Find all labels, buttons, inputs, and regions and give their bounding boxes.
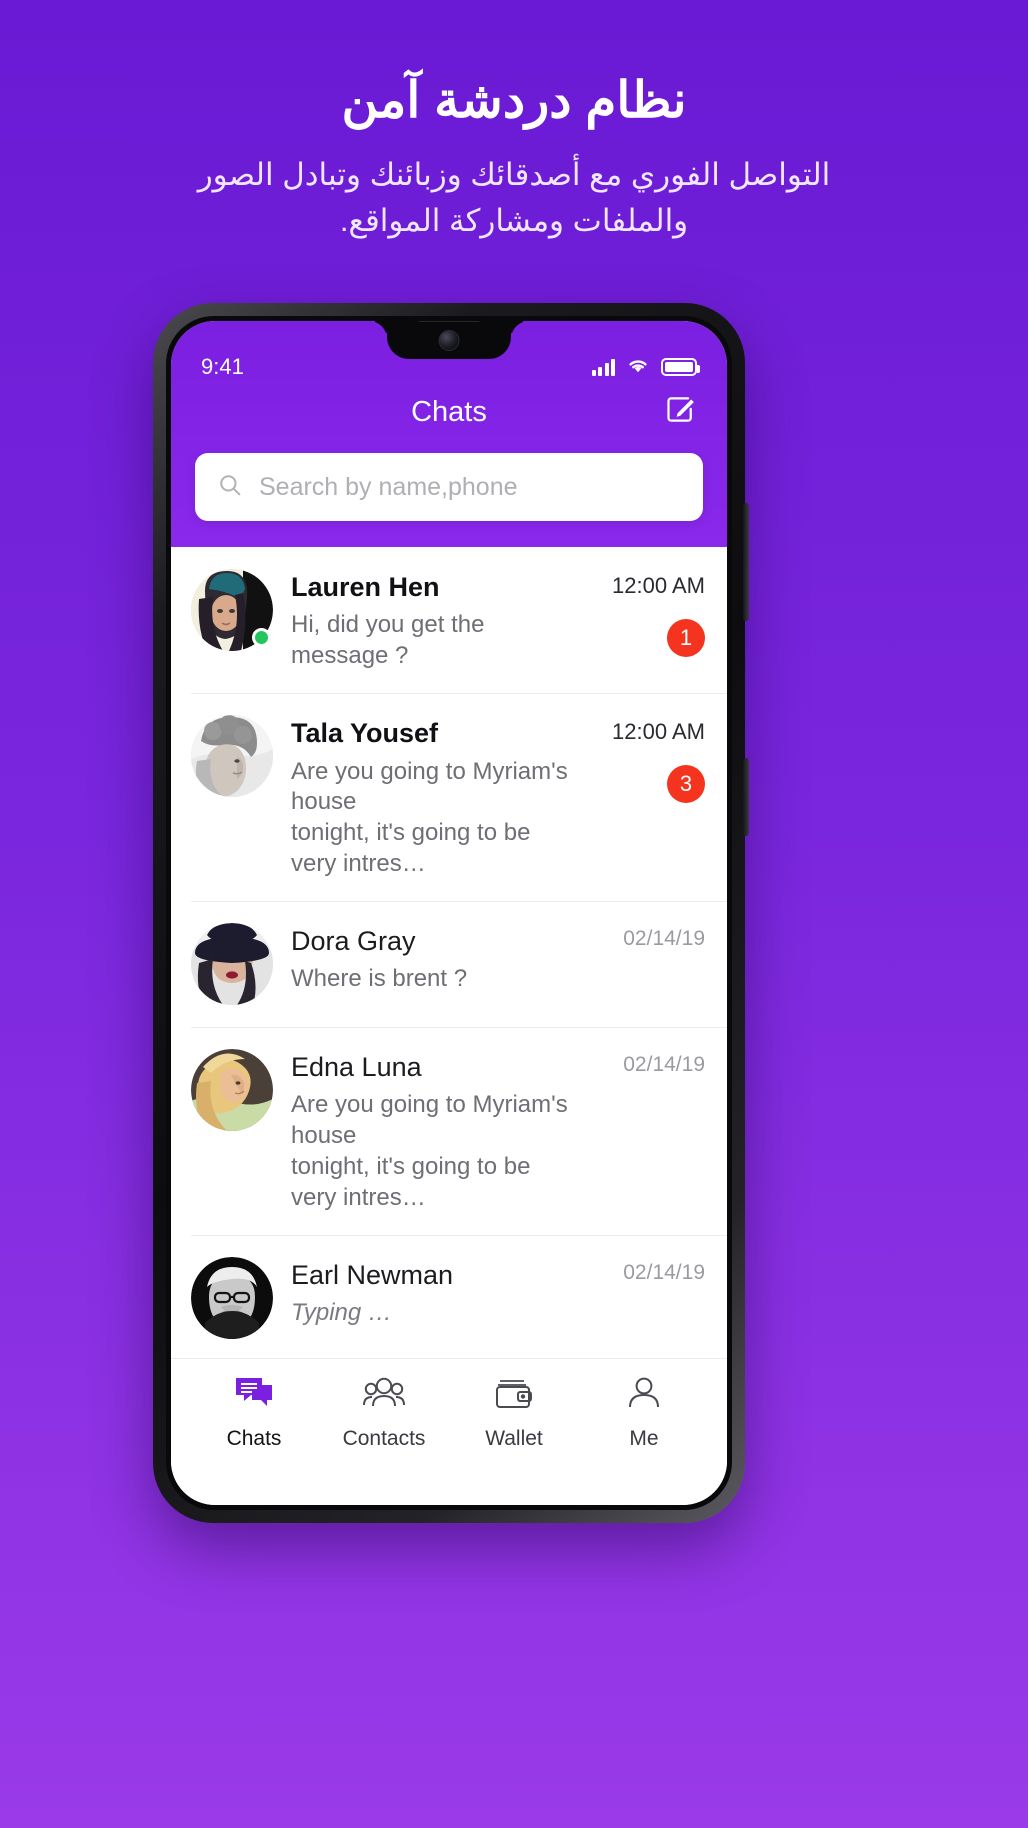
phone-mockup: 9:41 Chats Search by name,phone Lauren H… [153,303,749,1523]
message-time: 02/14/19 [623,927,705,951]
phone-bezel: 9:41 Chats Search by name,phone Lauren H… [166,316,732,1510]
wifi-icon [626,356,650,379]
contact-name: Dora Gray [291,926,416,957]
front-camera [438,330,460,351]
power-button[interactable] [743,758,749,836]
avatar [191,1257,273,1340]
row-content: Tala Yousef Are you going to Myriam's ho… [291,715,569,879]
avatar [191,1049,273,1132]
table-row[interactable]: Earl Newman Typing … 02/14/19 [171,1235,727,1358]
people-group-icon [363,1375,405,1416]
search-container: Search by name,phone [171,443,727,547]
row-content: Dora Gray Where is brent ? [291,923,569,995]
avatar-image [191,1049,273,1132]
row-meta: 02/14/19 [587,923,705,951]
message-time: 12:00 AM [612,719,705,745]
table-row[interactable]: Dora Gray Where is brent ? 02/14/19 [171,901,727,1027]
person-icon [626,1375,662,1416]
online-status-dot [252,628,271,647]
message-time: 12:00 AM [612,573,705,598]
header-title-row: Chats [171,381,727,443]
table-row[interactable]: Edna Luna Are you going to Myriam's hous… [171,1027,727,1235]
row-content: Edna Luna Are you going to Myriam's hous… [291,1049,569,1213]
contact-name: Edna Luna [291,1052,422,1083]
tab-wallet[interactable]: Wallet [449,1375,579,1451]
typing-indicator: Typing … [291,1299,392,1327]
avatar-image [191,923,273,1006]
tab-me[interactable]: Me [579,1375,709,1451]
tab-label: Wallet [485,1427,543,1450]
promo-block: نظام دردشة آمن التواصل الفوري مع أصدقائك… [0,0,1028,245]
table-row[interactable]: Lauren Hen Hi, did you get the message ?… [171,547,727,693]
page-title: Chats [411,395,487,428]
bottom-tab-bar: Chats Contacts Wallet Me [171,1358,727,1505]
avatar-photo-edna [191,1049,273,1132]
wallet-icon [494,1375,534,1416]
chat-list: Lauren Hen Hi, did you get the message ?… [171,547,727,1358]
status-icons [591,356,700,379]
avatar-photo-dora [191,923,273,1006]
search-input[interactable]: Search by name,phone [259,473,518,502]
row-meta: 02/14/19 [587,1257,705,1285]
phone-notch [387,321,511,359]
chat-bubbles-icon [234,1375,274,1416]
tab-contacts[interactable]: Contacts [319,1375,449,1451]
avatar [191,715,273,798]
contact-name: Earl Newman [291,1260,454,1291]
battery-full-icon [661,358,700,376]
avatar-image [191,1257,273,1340]
row-meta: 12:00 AM 3 [587,715,705,804]
promo-title: نظام دردشة آمن [341,72,687,128]
message-preview: Are you going to Myriam's house tonight,… [291,1091,568,1211]
search-icon [217,472,243,503]
message-time: 02/14/19 [623,1053,705,1077]
promo-subtitle: التواصل الفوري مع أصدقائك وزبائنك وتبادل… [197,156,831,239]
search-bar[interactable]: Search by name,phone [195,453,703,521]
message-preview: Are you going to Myriam's house tonight,… [291,757,568,877]
avatar [191,569,273,651]
tab-label: Contacts [342,1427,426,1450]
table-row[interactable]: Tala Yousef Are you going to Myriam's ho… [171,693,727,901]
row-content: Lauren Hen Hi, did you get the message ? [291,569,569,671]
avatar-photo-tala [191,715,273,798]
contact-name: Lauren Hen [291,572,440,602]
message-preview: Hi, did you get the message ? [291,611,485,669]
phone-screen: 9:41 Chats Search by name,phone Lauren H… [171,321,727,1505]
message-time: 02/14/19 [623,1261,705,1285]
contact-name: Tala Yousef [291,718,439,749]
row-content: Earl Newman Typing … [291,1257,569,1329]
volume-button[interactable] [743,503,749,621]
message-preview: Where is brent ? [291,965,468,993]
row-meta: 12:00 AM 1 [587,569,705,657]
signal-bars-icon [591,358,615,376]
unread-badge: 1 [667,619,705,657]
unread-badge: 3 [667,765,705,804]
avatar-image [191,715,273,798]
avatar [191,923,273,1006]
tab-chats[interactable]: Chats [189,1375,319,1451]
row-meta: 02/14/19 [587,1049,705,1077]
status-time: 9:41 [201,354,244,379]
tab-label: Me [629,1427,659,1450]
compose-edit-icon[interactable] [663,393,697,432]
tab-label: Chats [226,1427,282,1450]
earpiece-speaker [418,321,480,322]
avatar-photo-earl [191,1257,273,1340]
